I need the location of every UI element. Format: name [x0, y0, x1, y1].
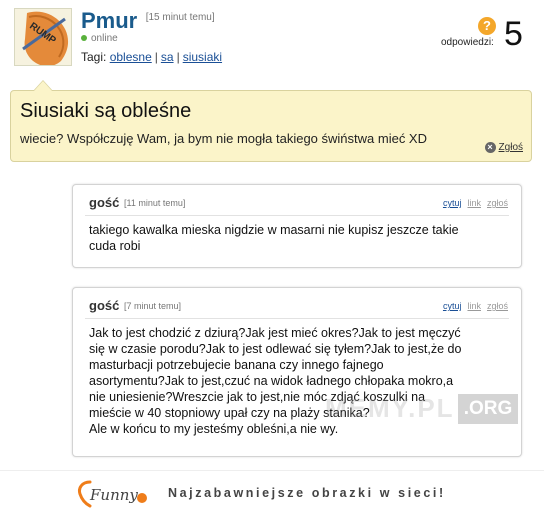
- tags-label: Tagi:: [81, 50, 107, 64]
- answers-count: 5: [504, 15, 523, 53]
- quote-link[interactable]: cytuj: [443, 198, 462, 208]
- avatar-image: RUMP: [15, 9, 71, 65]
- close-circle-icon: ×: [484, 142, 496, 153]
- comment-user: gość: [89, 195, 120, 210]
- report-link[interactable]: zgłoś: [487, 301, 508, 311]
- logo-text: Funny: [89, 486, 138, 504]
- logo-dot-icon: [137, 493, 147, 503]
- tag-separator: |: [176, 50, 180, 64]
- quote-link[interactable]: cytuj: [443, 301, 462, 311]
- comment-time: [7 minut temu]: [124, 301, 182, 311]
- watermark-org-badge: .ORG: [458, 394, 518, 424]
- question-mark-icon: ?: [478, 17, 496, 35]
- question-title: Siusiaki są obleśne: [20, 100, 192, 122]
- footer-tagline: Najzabawniejsze obrazki w sieci!: [168, 486, 446, 500]
- comment-card: gość [11 minut temu] cytuj link zgłoś taki…: [72, 184, 522, 268]
- comment-text: takiego kawalka mieska nigdzie w masarni…: [89, 223, 459, 253]
- avatar[interactable]: RUMP: [14, 8, 72, 66]
- tags-row: Tagi: oblesne | sa | siusiaki: [81, 50, 222, 64]
- online-status: online: [81, 33, 118, 44]
- tag-link-sa[interactable]: sa: [161, 50, 174, 64]
- tag-link-siusiaki[interactable]: siusiaki: [183, 50, 222, 64]
- author-line: Pmur [15 minut temu]: [81, 8, 215, 34]
- question-bubble: Siusiaki są obleśne wiecie? Współczuję W…: [10, 80, 532, 162]
- comment-user: gość: [89, 298, 120, 313]
- comment-divider: [85, 215, 509, 216]
- post-time: [15 minut temu]: [145, 12, 215, 23]
- comment-actions: cytuj link zgłoś: [437, 301, 508, 311]
- comment-actions: cytuj link zgłoś: [437, 198, 508, 208]
- online-dot-icon: [81, 35, 87, 42]
- funny-logo: Funny: [78, 480, 147, 508]
- answers-label: odpowiedzi:: [441, 37, 494, 48]
- watermark: MEMY.PL: [325, 393, 455, 423]
- report-question-button[interactable]: × Zgłoś: [484, 142, 523, 153]
- comment-card: gość [7 minut temu] cytuj link zgłoś Jak t…: [72, 287, 522, 457]
- report-label: Zgłoś: [498, 142, 523, 153]
- question-body: wiecie? Współczuję Wam, ja bym nie mogła…: [20, 131, 427, 146]
- permalink-link[interactable]: link: [467, 301, 481, 311]
- status-label: online: [91, 33, 118, 44]
- comment-time: [11 minut temu]: [124, 198, 186, 208]
- comment-divider: [85, 318, 509, 319]
- footer-divider: [0, 470, 544, 471]
- tag-link-oblesne[interactable]: oblesne: [110, 50, 152, 64]
- author-name[interactable]: Pmur: [81, 8, 137, 33]
- tag-separator: |: [154, 50, 158, 64]
- report-link[interactable]: zgłoś: [487, 198, 508, 208]
- permalink-link[interactable]: link: [467, 198, 481, 208]
